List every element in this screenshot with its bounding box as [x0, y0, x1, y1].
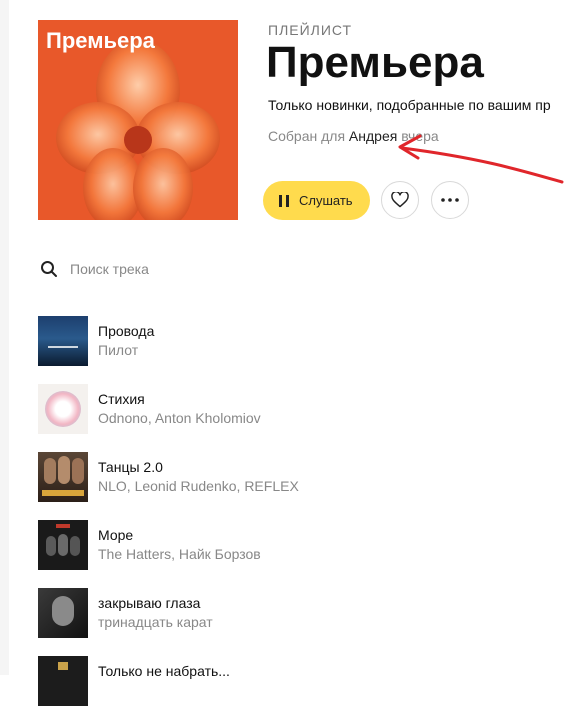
track-cover	[38, 452, 88, 502]
track-artist[interactable]: NLO, Leonid Rudenko, REFLEX	[98, 478, 299, 494]
track-artist[interactable]: Odnono, Anton Kholomiov	[98, 410, 261, 426]
playlist-kicker: ПЛЕЙЛИСТ	[268, 22, 353, 38]
track-cover	[38, 588, 88, 638]
playlist-description: Только новинки, подобранные по вашим пр	[268, 97, 551, 113]
track-row[interactable]: закрываю глаза тринадцать карат	[38, 588, 558, 638]
track-artist[interactable]: The Hatters, Найк Борзов	[98, 546, 261, 562]
left-edge-strip	[0, 0, 9, 675]
collected-prefix: Собран для	[268, 128, 346, 144]
page-title: Премьера	[266, 38, 484, 87]
track-cover	[38, 520, 88, 570]
track-row[interactable]: Только не набрать...	[38, 656, 558, 706]
track-title[interactable]: Море	[98, 527, 133, 543]
track-artist[interactable]: тринадцать карат	[98, 614, 213, 630]
track-row[interactable]: Танцы 2.0 NLO, Leonid Rudenko, REFLEX	[38, 452, 558, 502]
play-button[interactable]: Слушать	[263, 181, 370, 220]
like-button[interactable]	[381, 181, 419, 219]
track-cover	[38, 656, 88, 706]
track-artist[interactable]: Пилот	[98, 342, 138, 358]
hand-drawn-arrow-annotation	[398, 134, 564, 184]
play-button-label: Слушать	[299, 193, 353, 208]
track-cover	[38, 384, 88, 434]
more-button[interactable]	[431, 181, 469, 219]
track-row[interactable]: Провода Пилот	[38, 316, 558, 366]
track-title[interactable]: закрываю глаза	[98, 595, 200, 611]
track-title[interactable]: Танцы 2.0	[98, 459, 163, 475]
track-cover	[38, 316, 88, 366]
track-title[interactable]: Только не набрать...	[98, 663, 230, 679]
search-input[interactable]: Поиск трека	[70, 261, 149, 277]
search-icon	[41, 261, 57, 277]
more-dots-icon	[441, 198, 459, 202]
track-search[interactable]: Поиск трека	[40, 260, 149, 278]
heart-icon	[391, 192, 409, 208]
track-row[interactable]: Стихия Odnono, Anton Kholomiov	[38, 384, 558, 434]
track-row[interactable]: Море The Hatters, Найк Борзов	[38, 520, 558, 570]
pause-icon	[279, 194, 289, 207]
playlist-cover[interactable]: Премьера	[38, 20, 238, 220]
cover-title: Премьера	[46, 28, 155, 53]
track-title[interactable]: Стихия	[98, 391, 145, 407]
track-title[interactable]: Провода	[98, 323, 154, 339]
